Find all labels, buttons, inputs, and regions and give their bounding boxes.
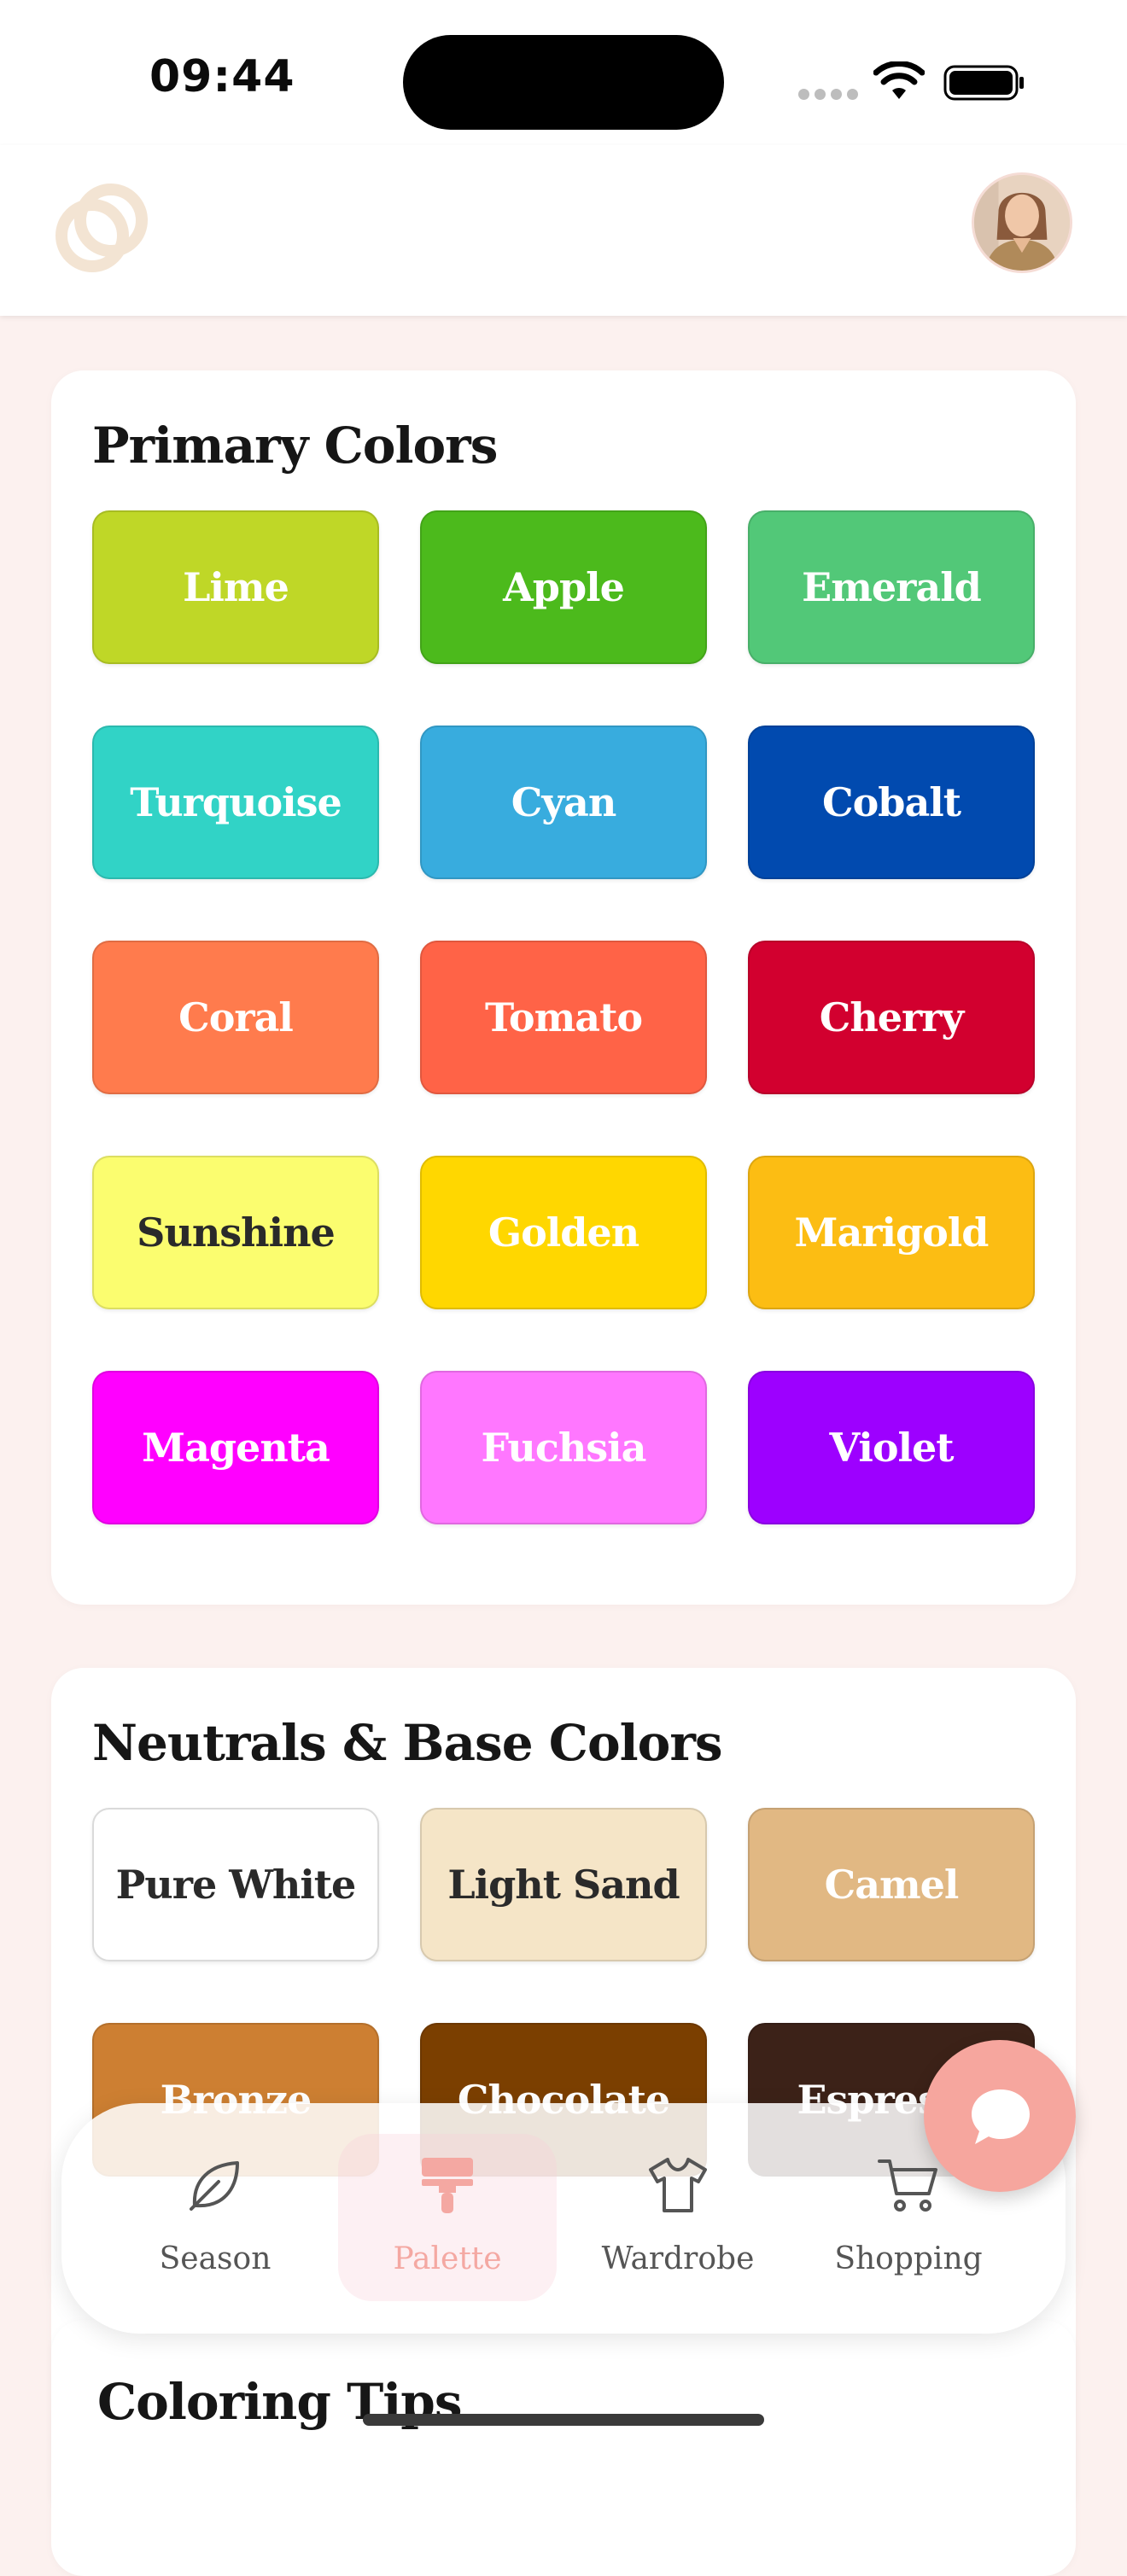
status-bar: 09:44	[0, 0, 1127, 145]
nav-label-palette: Palette	[393, 2241, 502, 2276]
swatch-camel[interactable]: Camel	[748, 1808, 1035, 1961]
battery-icon	[943, 65, 1024, 101]
interlocking-rings-icon[interactable]	[50, 178, 154, 282]
swatch-coral[interactable]: Coral	[92, 941, 379, 1094]
swatch-light-sand[interactable]: Light Sand	[420, 1808, 707, 1961]
chat-button[interactable]	[924, 2040, 1076, 2192]
swatch-fuchsia[interactable]: Fuchsia	[420, 1371, 707, 1524]
paint-roller-icon	[422, 2158, 473, 2213]
primary-colors-title: Primary Colors	[92, 417, 498, 475]
nav-label-season: Season	[159, 2241, 272, 2276]
leaf-icon	[190, 2161, 239, 2211]
user-avatar-image	[974, 175, 1070, 271]
nav-item-wardrobe[interactable]: Wardrobe	[569, 2134, 787, 2301]
swatch-cobalt[interactable]: Cobalt	[748, 726, 1035, 879]
coloring-tips-card: Coloring Tips	[51, 2320, 1076, 2576]
swatch-lime[interactable]: Lime	[92, 510, 379, 664]
nav-item-palette[interactable]: Palette	[338, 2134, 557, 2301]
swatch-violet[interactable]: Violet	[748, 1371, 1035, 1524]
status-time: 09:44	[149, 51, 295, 102]
primary-colors-grid: Lime Apple Emerald Turquoise Cyan Cobalt Coral…	[92, 510, 1035, 1524]
swatch-sunshine[interactable]: Sunshine	[92, 1156, 379, 1309]
shopping-cart-icon	[878, 2159, 937, 2212]
nav-label-wardrobe: Wardrobe	[601, 2241, 755, 2276]
swatch-marigold[interactable]: Marigold	[748, 1156, 1035, 1309]
avatar[interactable]	[972, 172, 1072, 273]
swatch-emerald[interactable]: Emerald	[748, 510, 1035, 664]
primary-colors-card: Primary Colors Lime Apple Emerald Turquoise…	[51, 370, 1076, 1605]
chat-bubble-icon	[972, 2089, 1030, 2144]
nav-label-shopping: Shopping	[834, 2241, 983, 2276]
swatch-golden[interactable]: Golden	[420, 1156, 707, 1309]
swatch-pure-white[interactable]: Pure White	[92, 1808, 379, 1961]
swatch-cherry[interactable]: Cherry	[748, 941, 1035, 1094]
swatch-apple[interactable]: Apple	[420, 510, 707, 664]
swatch-cyan[interactable]: Cyan	[420, 726, 707, 879]
swatch-turquoise[interactable]: Turquoise	[92, 726, 379, 879]
cellular-signal-icon	[798, 89, 858, 101]
bottom-navigation: Season Palette Wardrobe Shopping	[61, 2103, 1066, 2334]
swatch-tomato[interactable]: Tomato	[420, 941, 707, 1094]
dynamic-island	[403, 35, 724, 130]
home-indicator	[363, 2414, 764, 2426]
swatch-magenta[interactable]: Magenta	[92, 1371, 379, 1524]
neutrals-title: Neutrals & Base Colors	[92, 1714, 723, 1772]
nav-item-season[interactable]: Season	[106, 2134, 324, 2301]
tshirt-icon	[649, 2158, 707, 2212]
app-header	[0, 145, 1127, 316]
wifi-icon	[873, 61, 925, 99]
